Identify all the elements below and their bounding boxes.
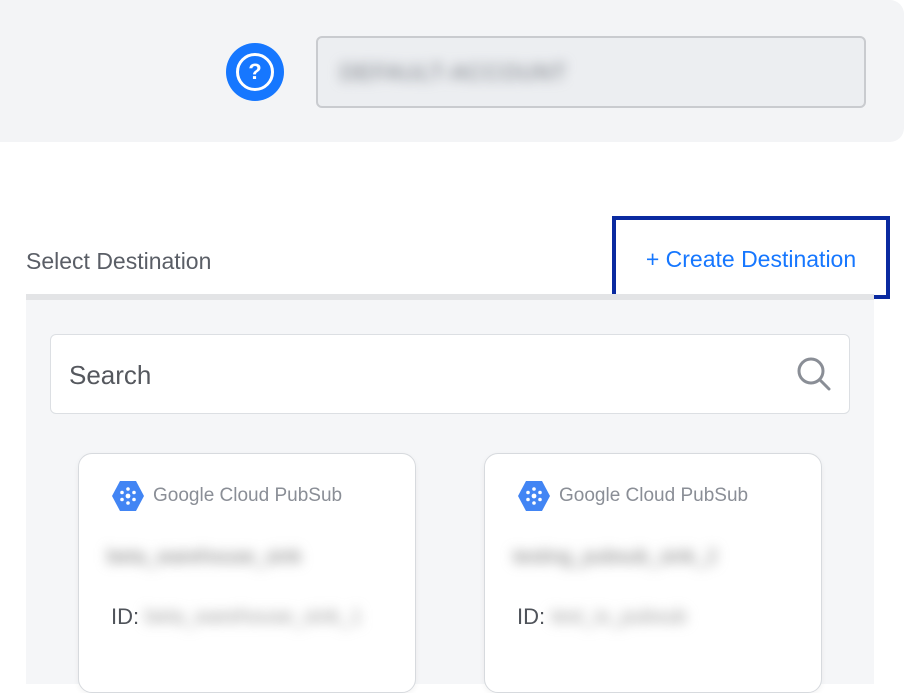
- google-cloud-pubsub-icon: [518, 481, 550, 511]
- select-destination-label: Select Destination: [26, 248, 212, 274]
- help-icon: ?: [236, 53, 274, 91]
- id-label: ID:: [517, 604, 546, 629]
- provider-label: Google Cloud PubSub: [153, 485, 343, 506]
- help-button[interactable]: ?: [226, 43, 284, 101]
- destination-header: Select Destination + Create Destination: [26, 216, 890, 299]
- destination-id-row: ID: test_io_pubsub: [517, 604, 687, 630]
- destination-name: testing_pubsub_sink_2: [513, 546, 718, 568]
- provider-label: Google Cloud PubSub: [559, 485, 749, 506]
- destination-id-value: test_io_pubsub: [551, 605, 687, 628]
- search-box: [50, 334, 850, 414]
- destination-id-row: ID: beta_warehouse_sink_1: [111, 604, 362, 630]
- provider: Google Cloud PubSub: [111, 480, 342, 512]
- destination-list-panel: Google Cloud PubSub beta_warehouse_sink …: [26, 300, 874, 693]
- search-input[interactable]: [67, 353, 767, 397]
- top-panel: ? DEFAULT-ACCOUNT: [0, 0, 904, 142]
- destination-card[interactable]: Google Cloud PubSub beta_warehouse_sink …: [78, 453, 416, 693]
- search-icon[interactable]: [795, 355, 833, 393]
- destination-name: beta_warehouse_sink: [107, 546, 302, 568]
- id-label: ID:: [111, 604, 140, 629]
- account-field-value: DEFAULT-ACCOUNT: [340, 60, 568, 85]
- destination-id-value: beta_warehouse_sink_1: [145, 605, 362, 628]
- google-cloud-pubsub-icon: [112, 481, 144, 511]
- destination-card[interactable]: Google Cloud PubSub testing_pubsub_sink_…: [484, 453, 822, 693]
- account-field[interactable]: DEFAULT-ACCOUNT: [316, 36, 866, 108]
- create-destination-link[interactable]: + Create Destination: [612, 216, 890, 299]
- provider: Google Cloud PubSub: [517, 480, 748, 512]
